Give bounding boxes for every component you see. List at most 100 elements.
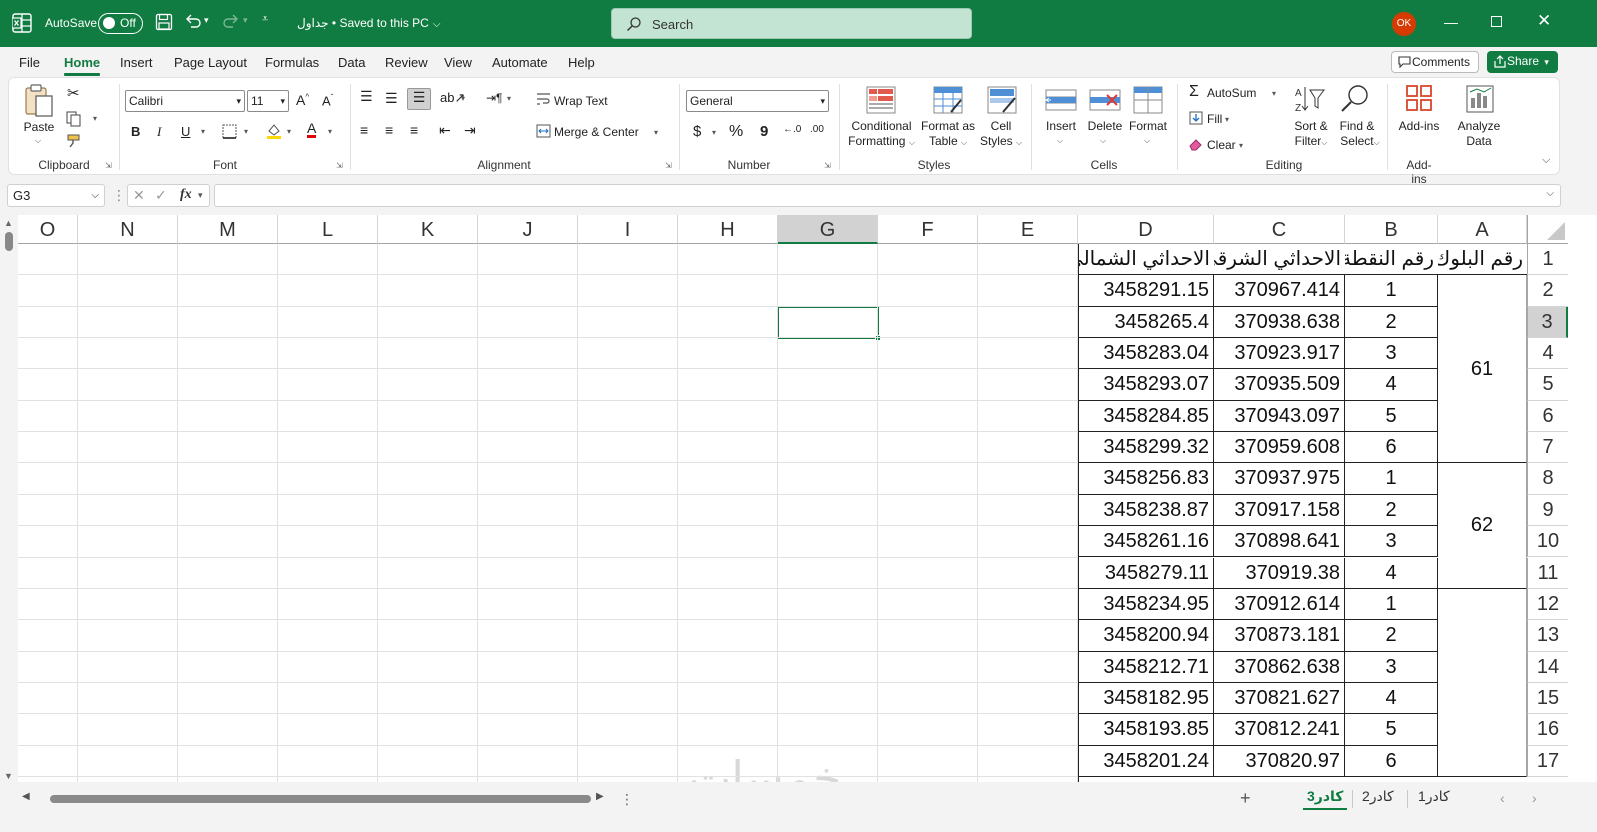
scroll-thumb[interactable] [5,232,13,251]
merged-block-cell-3[interactable] [1438,588,1527,777]
tab-help[interactable]: Help [568,55,595,70]
cell-c17[interactable]: 370820.97 [1214,745,1345,777]
column-header-b[interactable]: B [1345,215,1438,244]
delete-cells-label[interactable]: Delete [1085,119,1125,134]
increase-decimal-icon[interactable]: ←.0 [783,124,801,135]
merged-block-cell-2[interactable]: 62 [1438,463,1527,589]
format-cells-icon[interactable] [1133,86,1163,114]
align-right-icon[interactable]: ≡ [410,122,418,138]
tab-split-icon[interactable]: ⋮ [620,791,634,808]
cut-icon[interactable]: ✂ [67,84,80,102]
column-header-e[interactable]: E [978,215,1078,244]
column-header-o[interactable]: O [18,215,78,244]
analyze-data-label-2[interactable]: Data [1453,134,1505,149]
cell-d9[interactable]: 3458238.87 [1078,494,1214,527]
column-header-f[interactable]: F [878,215,978,244]
cell-c4[interactable]: 370923.917 [1214,338,1345,370]
cell-d14[interactable]: 3458212.71 [1078,651,1214,683]
cell-b11[interactable]: 4 [1345,557,1438,589]
autosave-toggle[interactable]: Off [98,13,143,34]
expand-formula-icon[interactable]: ⌵ [1546,188,1554,199]
cell-c8[interactable]: 370937.975 [1214,463,1345,495]
cell-c10[interactable]: 370898.641 [1214,526,1345,558]
eraser-icon[interactable] [1189,137,1203,151]
paste-label[interactable]: Paste [23,120,55,135]
decrease-indent-icon[interactable]: ⇤ [439,122,451,139]
borders-icon[interactable] [222,124,237,139]
row-header-14[interactable]: 14 [1527,651,1568,683]
row-header-1[interactable]: 1 [1527,244,1568,276]
vertical-scrollbar[interactable]: ▲ ▼ [0,215,18,782]
dialog-launcher-icon[interactable]: ⇲ [336,161,343,170]
cell-b8[interactable]: 1 [1345,463,1438,495]
cell-d5[interactable]: 3458293.07 [1078,369,1214,401]
row-header-11[interactable]: 11 [1527,557,1568,589]
new-sheet-icon[interactable]: + [1240,788,1251,809]
clear-button[interactable]: Clear [1207,138,1236,152]
align-top-icon[interactable]: ☰ [360,88,373,105]
insert-cells-label[interactable]: Insert [1041,119,1081,134]
row-header-13[interactable]: 13 [1527,620,1568,652]
cell-styles-label-2[interactable]: Styles ⌵ [975,134,1027,150]
conditional-formatting-label-2[interactable]: Formatting ⌵ [844,134,919,150]
column-header-k[interactable]: K [378,215,478,244]
worksheet-grid[interactable]: ▲ ▼ خمسات O N M L K J I H G F E D C B A 1 2 3 4 5 6 7 8 9 10 11 12… [0,215,1597,782]
row-header-17[interactable]: 17 [1527,745,1568,777]
cell-d3[interactable]: 3458265.4 [1078,306,1214,339]
increase-indent-icon[interactable]: ⇥ [464,122,476,139]
number-format-select[interactable]: General ▾ [686,90,829,112]
tab-automate[interactable]: Automate [492,55,548,70]
align-middle-icon[interactable]: ☰ [385,90,398,107]
redo-dropdown-icon[interactable]: ▾ [243,15,248,26]
wrap-text-icon[interactable] [536,92,551,106]
cell-d8[interactable]: 3458256.83 [1078,463,1214,495]
align-center-icon[interactable]: ≡ [385,122,393,138]
format-painter-icon[interactable] [66,134,82,150]
header-cell-c[interactable]: الاحداثي الشرقي [1214,244,1345,275]
chevron-down-icon[interactable]: ▾ [461,94,465,103]
text-direction-icon[interactable]: ⇥¶ [486,91,503,105]
tab-file[interactable]: File [19,55,40,70]
copy-icon[interactable] [66,111,82,127]
chevron-down-icon[interactable]: ▾ [93,114,97,123]
customize-qat-icon[interactable]: ⩡ [262,13,268,26]
cell-c13[interactable]: 370873.181 [1214,620,1345,652]
font-name-select[interactable]: Calibri ▾ [125,90,245,112]
add-ins-label[interactable]: Add-ins [1394,119,1444,134]
chevron-down-icon[interactable]: ▾ [1272,89,1276,98]
user-avatar[interactable]: OK [1392,12,1416,36]
dialog-launcher-icon[interactable]: ⇲ [665,161,672,170]
decrease-decimal-icon[interactable]: .00 [810,124,824,135]
font-color-icon[interactable]: A [307,121,317,138]
column-header-d[interactable]: D [1078,215,1214,244]
chevron-down-icon[interactable]: ⌵ [1100,136,1106,146]
search-box[interactable]: Search [611,8,972,39]
cell-d7[interactable]: 3458299.32 [1078,432,1214,464]
sheet-tab-1[interactable]: كادر3 [1302,788,1348,810]
cell-b3[interactable]: 2 [1345,306,1438,339]
row-header-12[interactable]: 12 [1527,588,1568,621]
column-header-a[interactable]: A [1438,215,1527,244]
cell-b5[interactable]: 4 [1345,369,1438,401]
dialog-launcher-icon[interactable]: ⇲ [824,161,831,170]
formula-input[interactable]: ⌵ [214,184,1561,207]
cell-b15[interactable]: 4 [1345,682,1438,715]
row-header-16[interactable]: 16 [1527,714,1568,746]
cell-d6[interactable]: 3458284.85 [1078,400,1214,433]
scroll-left-icon[interactable]: ◀ [22,791,30,802]
cell-c7[interactable]: 370959.608 [1214,432,1345,464]
currency-button[interactable]: $ [693,123,701,140]
chevron-down-icon[interactable]: ▾ [1225,115,1229,124]
row-header-9[interactable]: 9 [1527,494,1568,527]
header-cell-a[interactable]: رقم البلوك [1438,244,1527,275]
cell-b4[interactable]: 3 [1345,338,1438,370]
chevron-down-icon[interactable]: ▾ [201,127,205,136]
merged-block-cell-1[interactable]: 61 [1438,275,1527,464]
cell-c5[interactable]: 370935.509 [1214,369,1345,401]
decrease-font-icon[interactable]: Aˇ [322,93,333,108]
insert-function-icon[interactable]: fx [180,187,192,203]
scroll-right-icon[interactable]: ▶ [596,791,604,802]
cell-b12[interactable]: 1 [1345,588,1438,621]
cell-b16[interactable]: 5 [1345,714,1438,746]
tab-data[interactable]: Data [338,55,365,70]
